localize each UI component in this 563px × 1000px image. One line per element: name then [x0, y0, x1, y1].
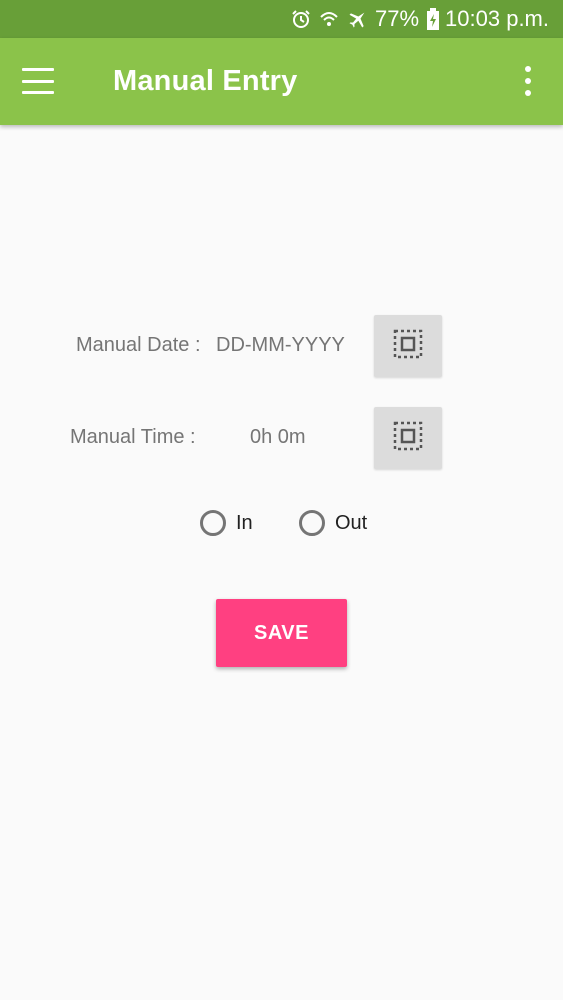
battery-icon [427, 8, 440, 30]
radio-out-label: Out [335, 511, 368, 534]
manual-date-field[interactable]: DD-MM-YYYY [216, 334, 345, 357]
select-all-icon [393, 421, 423, 456]
select-all-icon [393, 329, 423, 364]
manual-date-label: Manual Date : [76, 334, 201, 356]
status-bar: 77% 10:03 p.m. [0, 0, 563, 38]
save-button[interactable]: SAVE [216, 599, 347, 667]
battery-percent: 77% [375, 6, 420, 31]
wifi-icon [319, 9, 339, 29]
time-picker-button[interactable] [374, 407, 442, 469]
airplane-icon [347, 8, 369, 30]
manual-time-field[interactable]: 0h 0m [250, 426, 306, 449]
date-picker-button[interactable] [374, 315, 442, 377]
radio-in-circle[interactable] [200, 510, 226, 536]
app-bar: Manual Entry [0, 38, 563, 125]
radio-out-circle[interactable] [299, 510, 325, 536]
manual-time-label: Manual Time : [70, 426, 196, 448]
overflow-menu-icon[interactable] [520, 66, 536, 96]
page-title: Manual Entry [113, 65, 298, 97]
radio-in[interactable]: In [200, 510, 253, 536]
radio-out[interactable]: Out [299, 510, 367, 536]
radio-in-label: In [236, 511, 253, 534]
hamburger-menu-icon[interactable] [22, 68, 54, 94]
alarm-icon [291, 9, 311, 29]
status-time: 10:03 p.m. [445, 6, 549, 31]
